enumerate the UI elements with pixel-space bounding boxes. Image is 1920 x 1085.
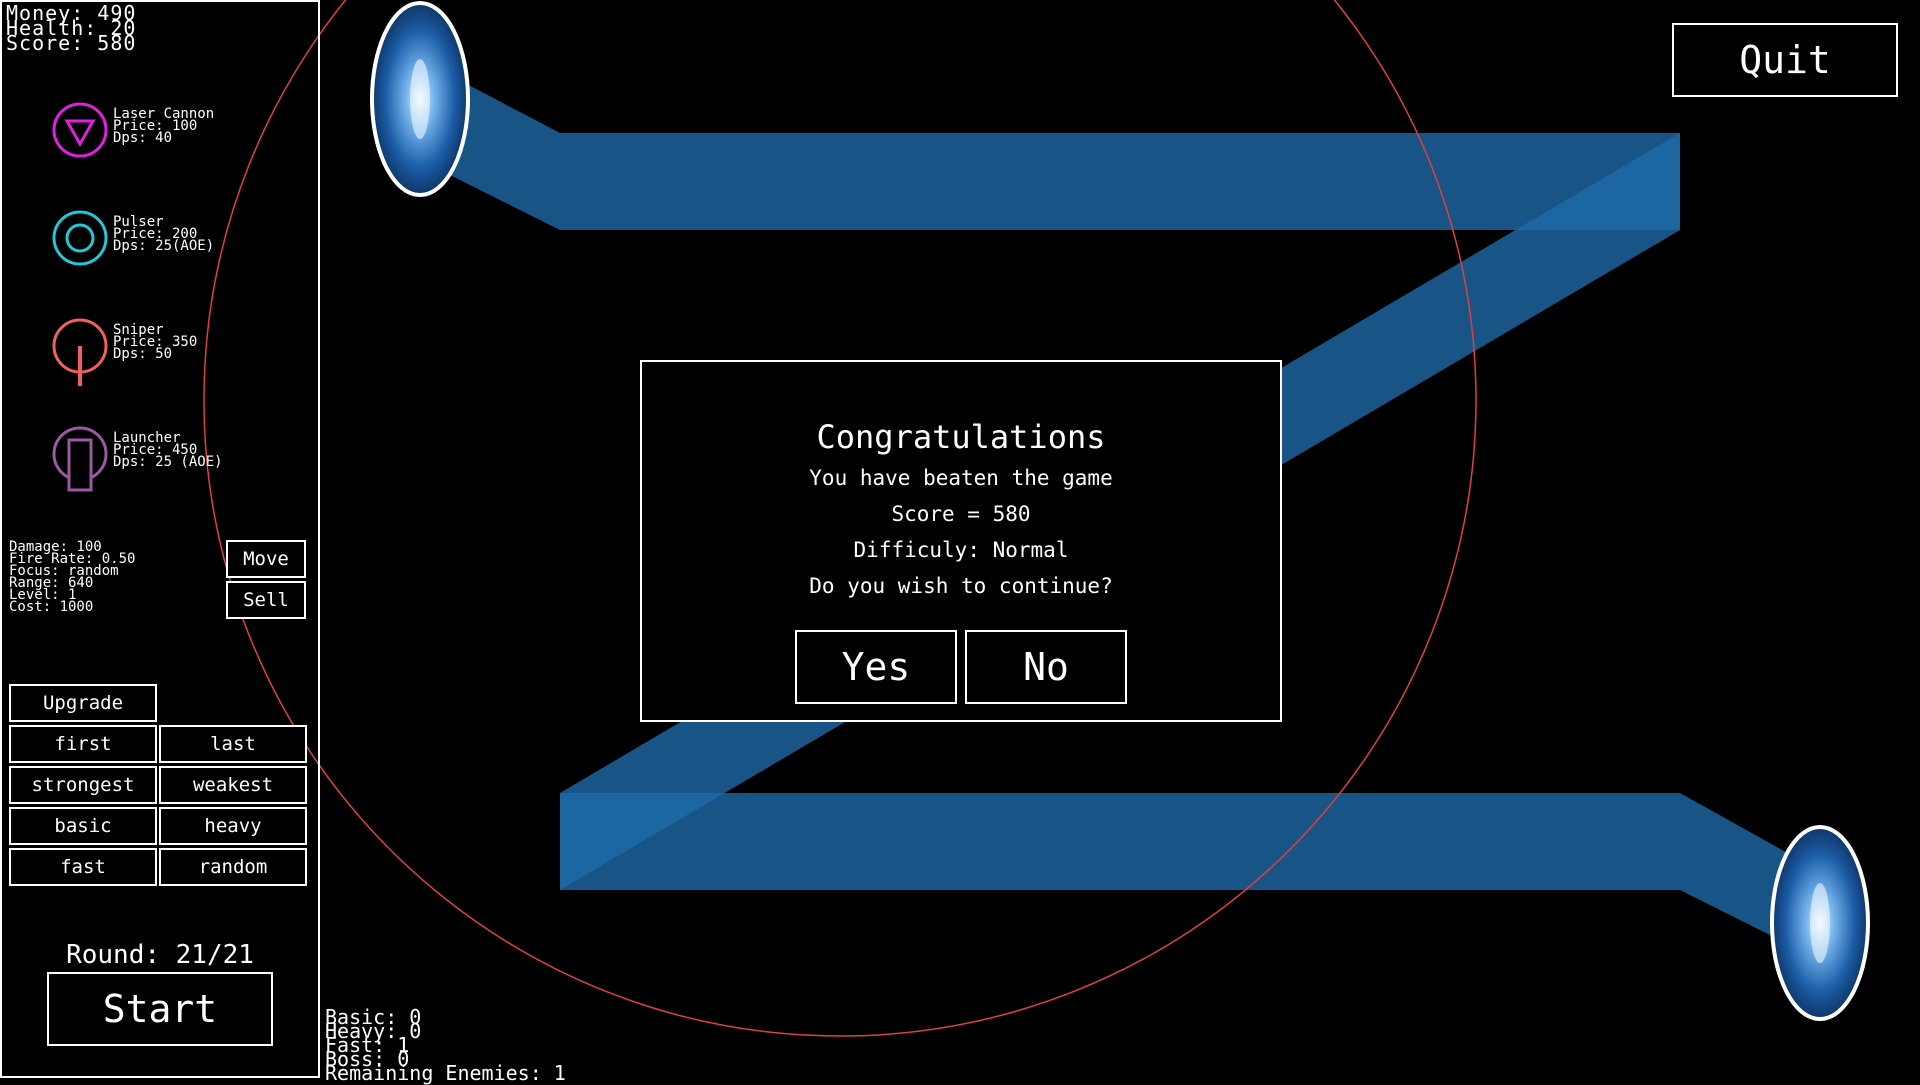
triangle-in-circle-icon [52,102,108,158]
dialog-difficulty: Difficuly: Normal [853,538,1069,562]
concentric-circles-icon [52,210,108,266]
target-basic-button[interactable]: basic [9,807,157,845]
path-bottom-segment [560,793,1680,890]
start-button[interactable]: Start [47,972,273,1046]
exit-portal [1770,825,1870,1021]
target-random-button[interactable]: random [159,848,307,886]
dialog-score: Score = 580 [891,502,1031,526]
victory-dialog: Congratulations You have beaten the game… [640,360,1282,722]
path-top-segment [560,133,1680,230]
selected-cost: Cost: 1000 [9,599,94,615]
yes-button[interactable]: Yes [795,630,957,704]
target-last-button[interactable]: last [159,725,307,763]
target-weakest-button[interactable]: weakest [159,766,307,804]
target-strongest-button[interactable]: strongest [9,766,157,804]
spawn-portal [370,1,470,197]
remaining-enemies: Remaining Enemies: 1 [325,1061,566,1085]
no-button[interactable]: No [965,630,1127,704]
score-label: Score: 580 [6,31,137,55]
launcher-tube-icon [52,426,108,492]
tower-dps: Dps: 50 [113,346,173,362]
tower-pulser-button[interactable] [50,208,110,268]
move-button[interactable]: Move [226,540,306,578]
tower-dps: Dps: 25 (AOE) [113,454,223,470]
tower-launcher-button[interactable] [50,424,110,496]
target-first-button[interactable]: first [9,725,157,763]
tower-dps: Dps: 25(AOE) [113,238,215,254]
target-heavy-button[interactable]: heavy [159,807,307,845]
tower-dps: Dps: 40 [113,130,173,146]
dialog-question: Do you wish to continue? [809,574,1113,598]
target-fast-button[interactable]: fast [9,848,157,886]
sniper-scope-icon [52,318,108,386]
dialog-message: You have beaten the game [809,466,1113,490]
dialog-title: Congratulations [816,418,1106,456]
quit-button[interactable]: Quit [1672,23,1898,97]
tower-laser-cannon-button[interactable] [50,100,110,160]
upgrade-button[interactable]: Upgrade [9,684,157,722]
tower-sniper-button[interactable] [50,316,110,388]
round-label: Round: 21/21 [66,940,254,970]
sell-button[interactable]: Sell [226,581,306,619]
